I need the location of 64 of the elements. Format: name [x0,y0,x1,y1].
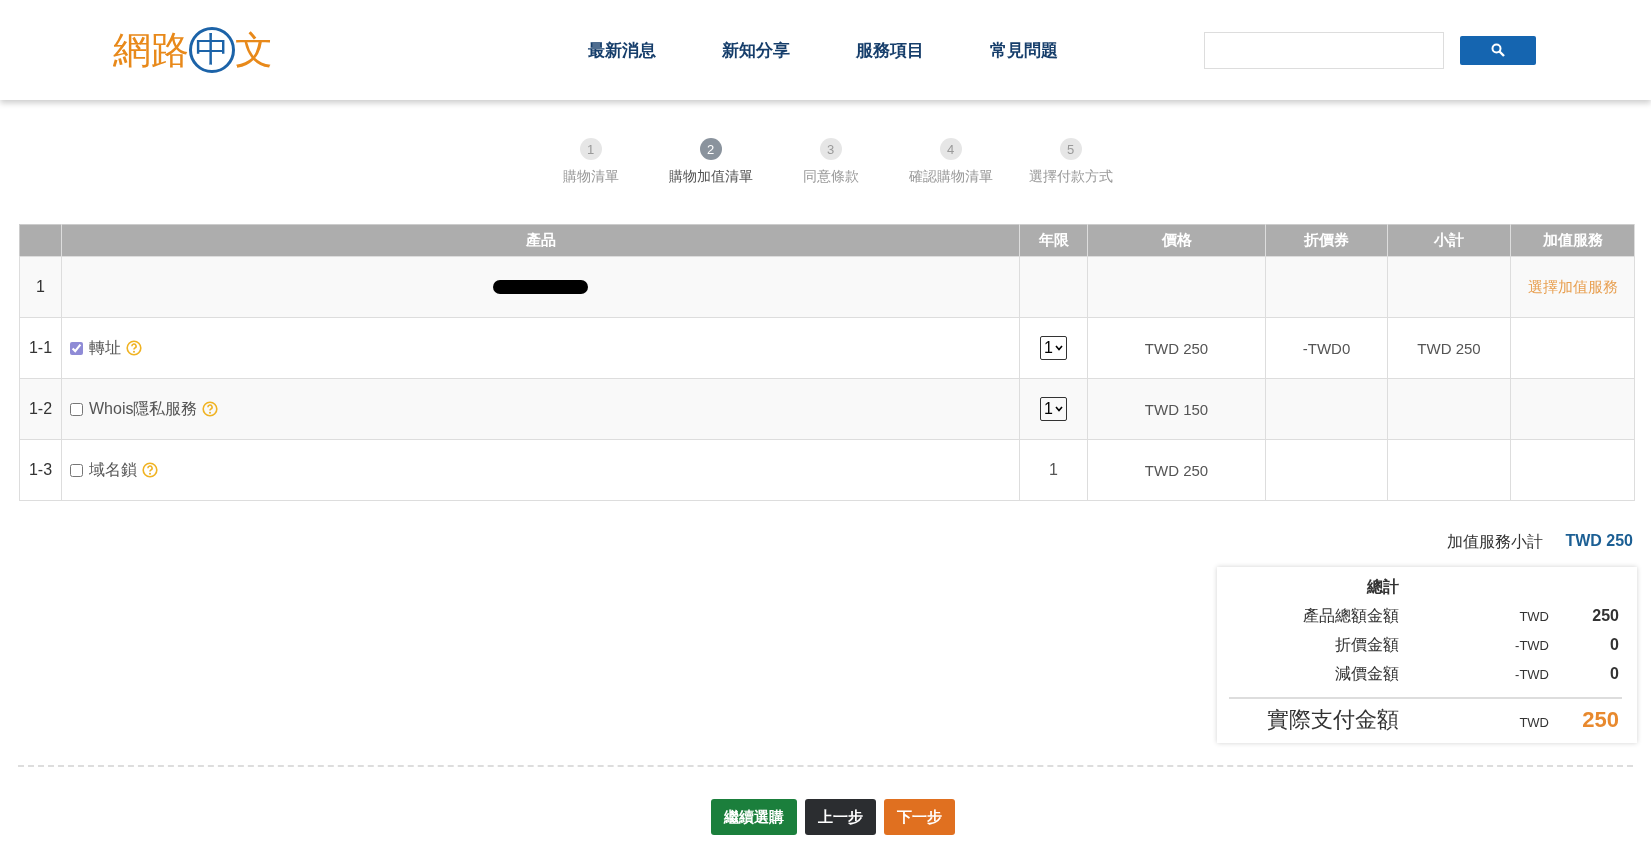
search-field[interactable] [1204,31,1444,69]
column-header: 小計 [1387,224,1511,257]
search-button[interactable] [1460,35,1536,65]
subtotal-label: 加值服務小計 [1447,532,1544,552]
summary-label: 減價金額 [1334,664,1399,684]
checkbox[interactable] [70,463,83,477]
currency: TWD [1518,715,1549,730]
step-number: 4 [939,138,962,160]
help-icon[interactable] [142,462,158,478]
help-icon[interactable] [202,401,219,417]
nav-link[interactable]: 服務項目 [856,38,924,62]
checkbox[interactable] [70,341,83,355]
subtotal: TWD 250 [1417,339,1481,357]
service-name: 轉址 [89,337,121,358]
amount: 0 [1609,665,1619,683]
summary-label: 產品總額金額 [1302,606,1399,626]
amount: 250 [1591,607,1619,625]
logo-mark[interactable]: 中 [189,27,235,73]
row-number: 1-1 [19,317,62,379]
back-button[interactable]: 上一步 [805,799,876,835]
column-header: 年限 [1019,224,1088,257]
column-header: 產品 [61,224,1020,257]
total-amount: 250 [1581,707,1619,733]
summary-label: 折價金額 [1334,635,1399,655]
step-label: 購物清單 [562,168,619,186]
year-select[interactable]: 1 [1040,336,1067,360]
checkbox[interactable] [70,402,83,416]
subtotal-value: TWD 250 [1565,532,1633,551]
step-label: 同意條款 [802,168,859,186]
caret-icon [1054,406,1063,412]
coupon-amount: -TWD0 [1302,339,1351,357]
summary-title: 總計 [1365,577,1399,597]
step-number: 5 [1059,138,1082,160]
step-label: 購物加值清單 [668,168,753,186]
caret-icon [1054,345,1063,351]
service-name: Whois隱私服務 [89,398,198,419]
column-header: 加值服務 [1510,224,1635,257]
column-header: 價格 [1087,224,1266,257]
help-icon[interactable] [126,340,142,356]
price: TWD 250 [1144,339,1209,357]
year-value: 1 [1049,461,1058,478]
year-select[interactable]: 1 [1040,397,1067,421]
currency: TWD [1518,609,1549,624]
step-number: 2 [699,138,722,160]
step-number: 1 [579,138,602,160]
price: TWD 250 [1144,461,1209,479]
step-label: 選擇付款方式 [1028,168,1113,186]
nav-link[interactable]: 新知分享 [722,38,790,62]
continue-shopping-button[interactable]: 繼續選購 [711,799,797,835]
amount: 0 [1609,636,1619,654]
nav-link[interactable]: 最新消息 [588,38,656,62]
currency: -TWD [1514,667,1549,682]
row-number: 1-2 [19,378,62,440]
service-name: 域名鎖 [89,459,137,480]
row-number: 1-3 [19,439,62,501]
column-header: 折價券 [1265,224,1388,257]
price: TWD 150 [1144,400,1209,418]
total-label: 實際支付金額 [1266,706,1399,734]
nav-link[interactable]: 常見問題 [990,38,1058,62]
row-number: 1 [19,256,62,318]
step-number: 3 [819,138,842,160]
search-icon [1491,43,1505,57]
step-label: 確認購物清單 [908,168,993,186]
currency: -TWD [1514,638,1549,653]
